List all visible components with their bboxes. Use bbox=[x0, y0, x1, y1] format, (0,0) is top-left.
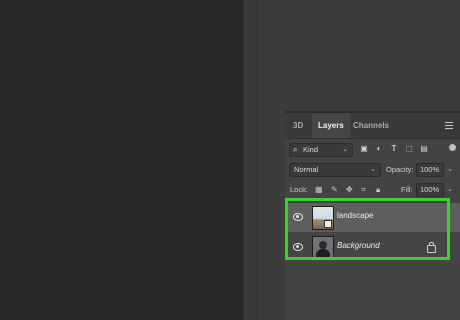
lock-all-icon[interactable]: 🔒︎ bbox=[376, 184, 380, 196]
filter-kind-select[interactable]: ⌕ Kind ⌄ bbox=[289, 143, 353, 157]
filter-kind-label: Kind bbox=[303, 145, 319, 154]
search-icon: ⌕ bbox=[293, 145, 298, 154]
lock-transparent-icon[interactable]: ▦ bbox=[315, 184, 323, 196]
chevron-down-icon: ⌄ bbox=[370, 166, 376, 173]
fill-label: Fill: bbox=[401, 185, 413, 194]
document-canvas bbox=[0, 0, 243, 320]
collapsed-panel-column bbox=[257, 0, 287, 320]
chevron-down-icon: ⌄ bbox=[342, 146, 348, 153]
opacity-chevron-icon[interactable]: ⌄ bbox=[447, 165, 453, 173]
lock-position-icon[interactable]: ✥ bbox=[346, 184, 353, 196]
lock-label: Lock: bbox=[290, 185, 308, 194]
tab-3d[interactable]: 3D bbox=[287, 113, 309, 138]
blend-mode-value: Normal bbox=[294, 165, 319, 174]
selection-highlight-box bbox=[285, 198, 450, 260]
filter-toggle-icon[interactable] bbox=[449, 144, 456, 151]
pixel-filter-icon[interactable]: ▣ bbox=[359, 143, 369, 155]
opacity-label: Opacity: bbox=[386, 165, 414, 174]
type-filter-icon[interactable]: T bbox=[389, 143, 399, 155]
panel-dock-strip bbox=[243, 0, 258, 320]
lock-artboard-icon[interactable]: ⌗ bbox=[361, 184, 366, 196]
fill-value: 100% bbox=[420, 185, 440, 194]
lock-image-icon[interactable]: ✎ bbox=[331, 184, 338, 196]
blend-mode-select[interactable]: Normal ⌄ bbox=[289, 163, 381, 177]
shape-filter-icon[interactable]: ⬚ bbox=[404, 143, 414, 155]
fill-chevron-icon[interactable]: ⌄ bbox=[447, 185, 453, 193]
panel-menu-icon[interactable] bbox=[445, 122, 453, 129]
adjustment-filter-icon[interactable]: ◐ bbox=[374, 143, 384, 155]
tab-layers[interactable]: Layers bbox=[312, 113, 350, 138]
opacity-value: 100% bbox=[420, 165, 440, 174]
tab-channels[interactable]: Channels bbox=[347, 113, 395, 138]
upper-panel bbox=[285, 0, 460, 113]
panel-tabbar: 3D Layers Channels bbox=[285, 113, 460, 139]
fill-input[interactable]: 100% bbox=[416, 183, 444, 197]
smart-object-filter-icon[interactable]: ▤ bbox=[419, 143, 429, 155]
opacity-input[interactable]: 100% bbox=[416, 163, 444, 177]
